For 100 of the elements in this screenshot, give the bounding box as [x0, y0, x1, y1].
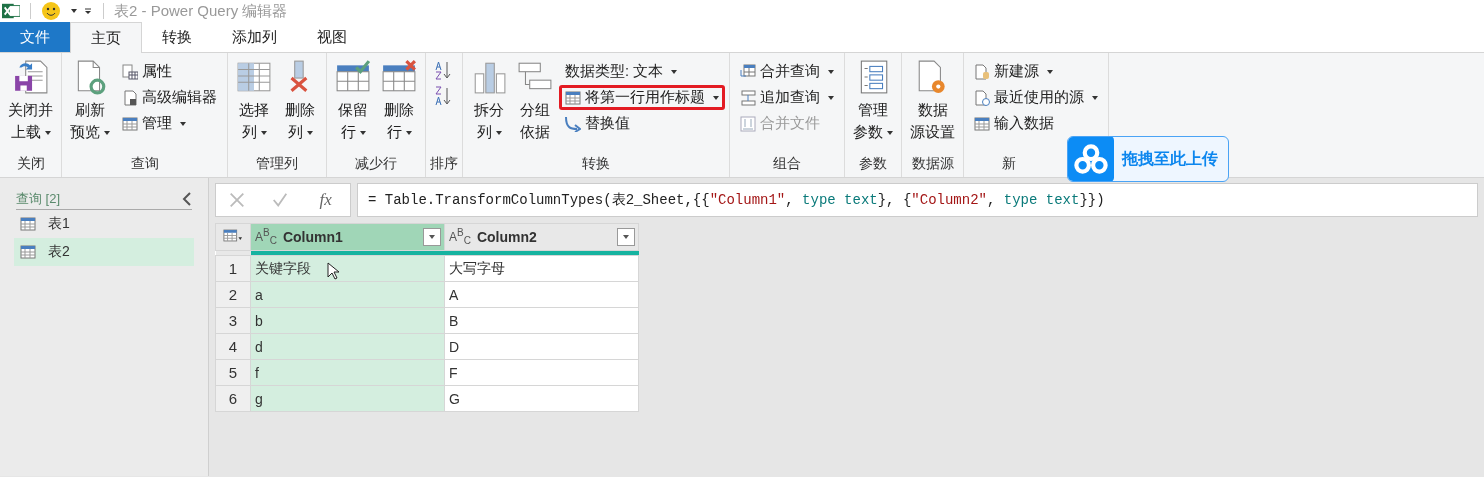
caret-icon: [713, 95, 719, 100]
ribbon-tab[interactable]: 视图: [297, 22, 367, 52]
group-label: 数据源: [911, 155, 954, 171]
caret-icon: [1047, 69, 1053, 74]
smiley-icon[interactable]: [41, 1, 61, 21]
table-cell: A: [444, 281, 639, 308]
ribbon-button[interactable]: 关闭并 上载: [4, 59, 57, 143]
group-label: 组合: [773, 155, 801, 171]
properties-icon: [122, 63, 138, 80]
ribbon-button[interactable]: 拆分 列: [467, 59, 511, 143]
table-cell: 关键字段: [250, 255, 445, 282]
table-icon: [20, 216, 36, 232]
ribbon-button[interactable]: 删除 行: [377, 59, 421, 143]
table-icon: [974, 115, 990, 132]
row-number: 3: [215, 307, 251, 334]
ribbon-button[interactable]: 新建源: [968, 59, 1104, 84]
ribbon-button[interactable]: 数据类型: 文本: [559, 59, 725, 84]
table-icon: [565, 89, 581, 106]
customize-toolbar-icon[interactable]: [83, 6, 93, 16]
row-number: 5: [215, 359, 251, 386]
ribbon-button[interactable]: 属性: [116, 59, 223, 84]
caret-icon: [260, 131, 267, 136]
ribbon-button[interactable]: 刷新 预览: [66, 59, 114, 143]
window-title: 表2 - Power Query 编辑器: [114, 1, 288, 21]
group-label: 关闭: [16, 155, 45, 171]
table-menu-icon[interactable]: [223, 228, 243, 243]
ribbon-button[interactable]: 分组 依据: [513, 59, 557, 143]
formula-field[interactable]: = Table.TransformColumnTypes(表2_Sheet,{{"Column1", type text}, {"Column2", type text}}): [357, 183, 1478, 217]
cursor-icon: [327, 262, 339, 280]
table-cell: g: [250, 385, 445, 412]
ribbon-tab[interactable]: 主页: [70, 22, 142, 53]
ribbon-tab[interactable]: 文件: [0, 22, 70, 52]
group-label: 参数: [859, 155, 887, 171]
ribbon-button[interactable]: 追加查询: [734, 85, 840, 110]
ribbon-button[interactable]: 管理 参数: [849, 59, 897, 143]
column-header[interactable]: A$^{B}$$_{C}$ Column2: [444, 223, 639, 251]
ribbon-tab[interactable]: 转换: [142, 22, 212, 52]
replace-icon: [565, 115, 581, 132]
ribbon-button[interactable]: 删除 列: [278, 59, 322, 143]
caret-icon: [828, 69, 834, 74]
ribbon-button[interactable]: 高级编辑器: [116, 85, 223, 110]
row-number: 1: [215, 255, 251, 282]
save-icon: [12, 59, 49, 95]
merge-table-icon: [740, 63, 756, 80]
caret-icon: [495, 131, 502, 136]
ribbon-button[interactable]: 将第一行用作标题: [559, 85, 725, 110]
group-label: 转换: [582, 155, 610, 171]
table-cell: G: [444, 385, 639, 412]
table-cell: a: [250, 281, 445, 308]
table-icon: [20, 244, 36, 260]
caret-icon: [104, 131, 110, 136]
combine-files-icon: [740, 115, 756, 132]
ribbon-button[interactable]: 选择 列: [232, 59, 276, 143]
ribbon-button[interactable]: 最近使用的源: [968, 85, 1104, 110]
table-icon: [122, 115, 138, 132]
row-number: 2: [215, 281, 251, 308]
caret-icon: [671, 69, 678, 74]
caret-icon[interactable]: [71, 9, 77, 13]
group-label: 管理列: [256, 155, 298, 171]
table-cell: B: [444, 307, 639, 334]
ribbon-button[interactable]: 保留 行: [331, 59, 375, 143]
filter-button[interactable]: [617, 228, 635, 246]
caret-icon: [887, 131, 893, 136]
caret-icon: [359, 131, 366, 136]
ribbon-button[interactable]: 数据 源设置: [906, 59, 959, 143]
filter-button[interactable]: [423, 228, 441, 246]
table-cell: D: [444, 333, 639, 360]
database-document-icon: [974, 63, 990, 80]
table-cell: f: [250, 359, 445, 386]
ribbon-button[interactable]: 合并查询: [734, 59, 840, 84]
group-label: 排序: [430, 155, 458, 171]
caret-icon: [1092, 95, 1098, 100]
ribbon-button[interactable]: 替换值: [559, 111, 725, 136]
function-button[interactable]: fx: [313, 189, 338, 211]
append-table-icon: [740, 89, 756, 106]
document-icon: [122, 89, 138, 106]
caret-icon: [828, 95, 834, 100]
ribbon-button[interactable]: 管理: [116, 111, 223, 136]
group-label: 新: [1002, 155, 1016, 171]
column-header[interactable]: A$^{B}$$_{C}$ Column1: [250, 223, 445, 251]
ribbon-tab[interactable]: 添加列: [212, 22, 297, 52]
row-number: 4: [215, 333, 251, 360]
caret-icon: [180, 121, 186, 126]
queries-header: 查询 [2]: [16, 190, 61, 208]
group-label: 减少行: [355, 155, 397, 171]
caret-icon: [405, 131, 412, 136]
caret-icon: [306, 131, 313, 136]
row-number: 6: [215, 385, 251, 412]
ribbon-button[interactable]: 输入数据: [968, 111, 1104, 136]
clock-document-icon: [974, 89, 990, 106]
table-cell: b: [250, 307, 445, 334]
check-icon[interactable]: [270, 191, 289, 209]
query-item[interactable]: 表2: [14, 238, 194, 266]
table-cell: 大写字母: [444, 255, 639, 282]
collapse-icon[interactable]: [182, 192, 192, 206]
query-item[interactable]: 表1: [14, 210, 194, 238]
table-cell: d: [250, 333, 445, 360]
group-label: 查询: [130, 155, 159, 171]
caret-icon: [44, 131, 51, 136]
table-cell: F: [444, 359, 639, 386]
